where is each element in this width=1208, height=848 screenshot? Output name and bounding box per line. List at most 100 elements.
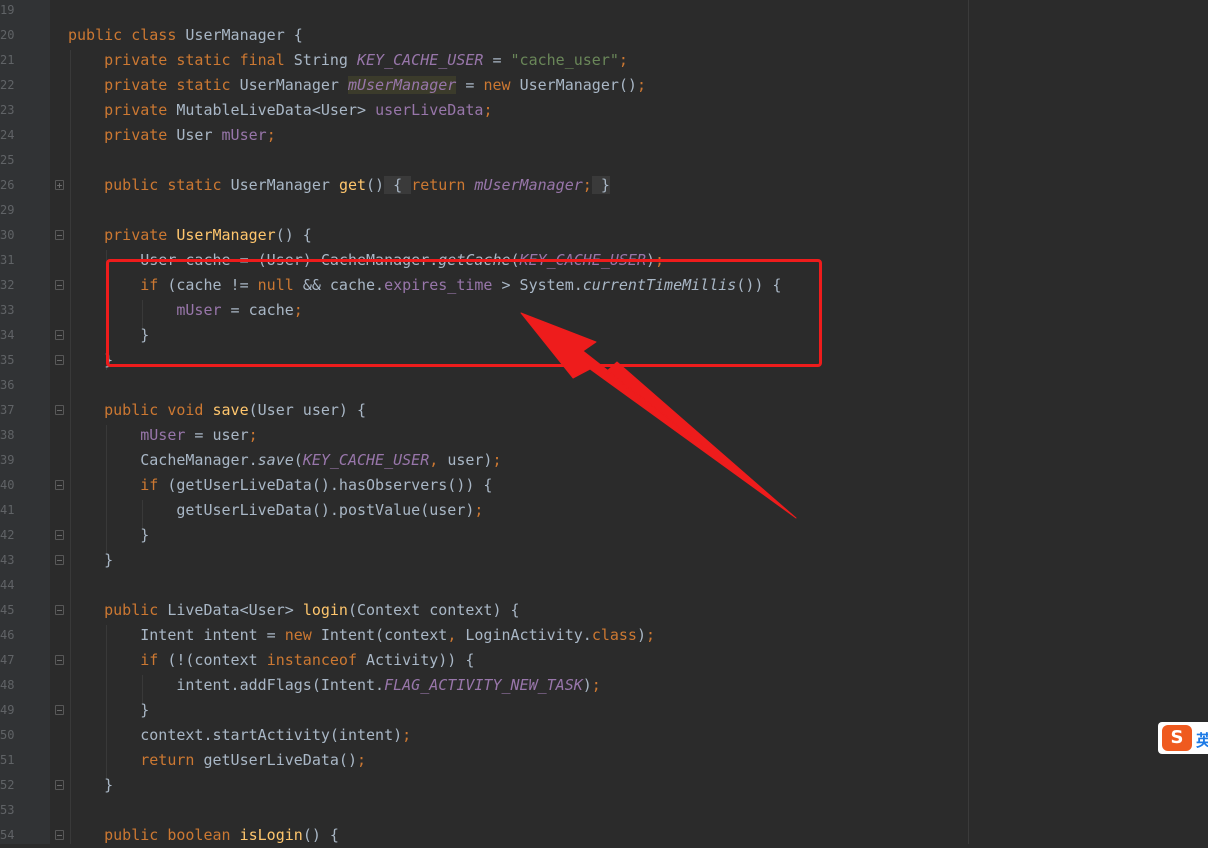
code-token: ; [402,726,412,744]
line-number: 43 [0,553,15,567]
code-line[interactable]: 36 [0,373,1208,398]
code-token: userLiveData [375,101,484,119]
code-line[interactable]: 51 return getUserLiveData(); [0,748,1208,773]
code-line[interactable]: 42 } [0,523,1208,548]
code-line[interactable]: 49 } [0,698,1208,723]
code-line[interactable]: 46 Intent intent = new Intent(context, L… [0,623,1208,648]
code-token: save [257,451,294,469]
code-line[interactable]: 43 } [0,548,1208,573]
code-text: return getUserLiveData(); [68,748,366,773]
code-line[interactable]: 21 private static final String KEY_CACHE… [0,48,1208,73]
input-method-indicator[interactable]: S 英 [1158,722,1208,754]
code-line[interactable]: 41 getUserLiveData().postValue(user); [0,498,1208,523]
code-text: } [68,548,113,573]
code-token: getUserLiveData().postValue(user) [68,501,475,519]
code-line[interactable]: 47 if (!(context instanceof Activity)) { [0,648,1208,673]
line-number: 26 [0,178,15,192]
fold-marker-icon[interactable] [55,480,64,490]
fold-marker-icon[interactable] [55,530,64,540]
code-token: if [140,651,168,669]
code-text: private UserManager() { [68,223,312,248]
fold-marker-icon[interactable] [55,655,64,665]
code-token: public class [68,26,186,44]
code-token: ) [582,676,592,694]
code-line[interactable]: 22 private static UserManager mUserManag… [0,73,1208,98]
code-token: UserManager [230,176,339,194]
code-token: ; [492,451,502,469]
code-token: if [140,476,168,494]
fold-marker-icon[interactable] [55,555,64,565]
code-line[interactable]: 38 mUser = user; [0,423,1208,448]
code-token: () [366,176,385,194]
code-line[interactable]: 53 [0,798,1208,823]
code-line[interactable]: 52 } [0,773,1208,798]
code-token: private [104,126,177,144]
code-token: public void [104,401,213,419]
code-token: } [68,776,114,794]
code-line[interactable]: 24 private User mUser; [0,123,1208,148]
line-number: 34 [0,328,15,342]
line-number: 31 [0,253,15,267]
code-token: } [591,176,610,194]
code-text: Intent intent = new Intent(context, Logi… [68,623,655,648]
code-line[interactable]: 54 public boolean isLogin() { [0,823,1208,848]
code-token: } [68,551,114,569]
code-line[interactable]: 19 [0,0,1208,23]
fold-marker-icon[interactable] [55,405,64,415]
fold-marker-icon[interactable] [55,330,64,340]
code-text: public boolean isLogin() { [68,823,339,848]
fold-marker-icon[interactable] [55,230,64,240]
code-token: isLogin [239,826,303,844]
line-number: 44 [0,578,15,592]
fold-marker-icon[interactable] [55,280,64,290]
fold-marker-icon[interactable] [55,705,64,715]
code-line[interactable]: 45 public LiveData<User> login(Context c… [0,598,1208,623]
fold-marker-icon[interactable] [55,180,64,190]
code-token: , [447,626,466,644]
line-number: 30 [0,228,15,242]
code-token: private [104,226,177,244]
line-number: 20 [0,28,15,42]
line-number: 23 [0,103,15,117]
code-text: private User mUser; [68,123,276,148]
code-line[interactable]: 20 public class UserManager { [0,23,1208,48]
code-token: LoginActivity. [465,626,592,644]
line-number: 22 [0,78,15,92]
code-line[interactable]: 48 intent.addFlags(Intent.FLAG_ACTIVITY_… [0,673,1208,698]
fold-marker-icon[interactable] [55,355,64,365]
code-line[interactable]: 25 [0,148,1208,173]
code-token: (User user) { [248,401,367,419]
code-token: public [104,601,168,619]
code-token: private static final [104,51,294,69]
code-line[interactable]: 39 CacheManager.save(KEY_CACHE_USER, use… [0,448,1208,473]
code-line[interactable]: 44 [0,573,1208,598]
code-line[interactable]: 40 if (getUserLiveData().hasObservers())… [0,473,1208,498]
code-line[interactable]: 30 private UserManager() { [0,223,1208,248]
line-number: 39 [0,453,15,467]
code-text: private MutableLiveData<User> userLiveDa… [68,98,492,123]
fold-marker-icon[interactable] [55,830,64,840]
line-number: 29 [0,203,15,217]
line-number: 36 [0,378,15,392]
code-token: ; [266,126,276,144]
code-editor[interactable]: 19 20 public class UserManager {21 private… [0,0,1208,844]
code-token: = [483,51,511,69]
code-token: mUser [221,126,267,144]
code-line[interactable]: 50 context.startActivity(intent); [0,723,1208,748]
code-token: () { [302,826,339,844]
fold-marker-icon[interactable] [55,780,64,790]
fold-marker-icon[interactable] [55,605,64,615]
code-token: mUserManager [474,176,583,194]
code-text: public static UserManager get() { return… [68,173,610,198]
code-line[interactable]: 37 public void save(User user) { [0,398,1208,423]
code-token: public boolean [104,826,240,844]
code-token: = [456,76,484,94]
code-line[interactable]: 29 [0,198,1208,223]
line-number: 25 [0,153,15,167]
code-line[interactable]: 23 private MutableLiveData<User> userLiv… [0,98,1208,123]
code-token: save [212,401,249,419]
code-token: , [429,451,448,469]
code-line[interactable]: 26 public static UserManager get() { ret… [0,173,1208,198]
